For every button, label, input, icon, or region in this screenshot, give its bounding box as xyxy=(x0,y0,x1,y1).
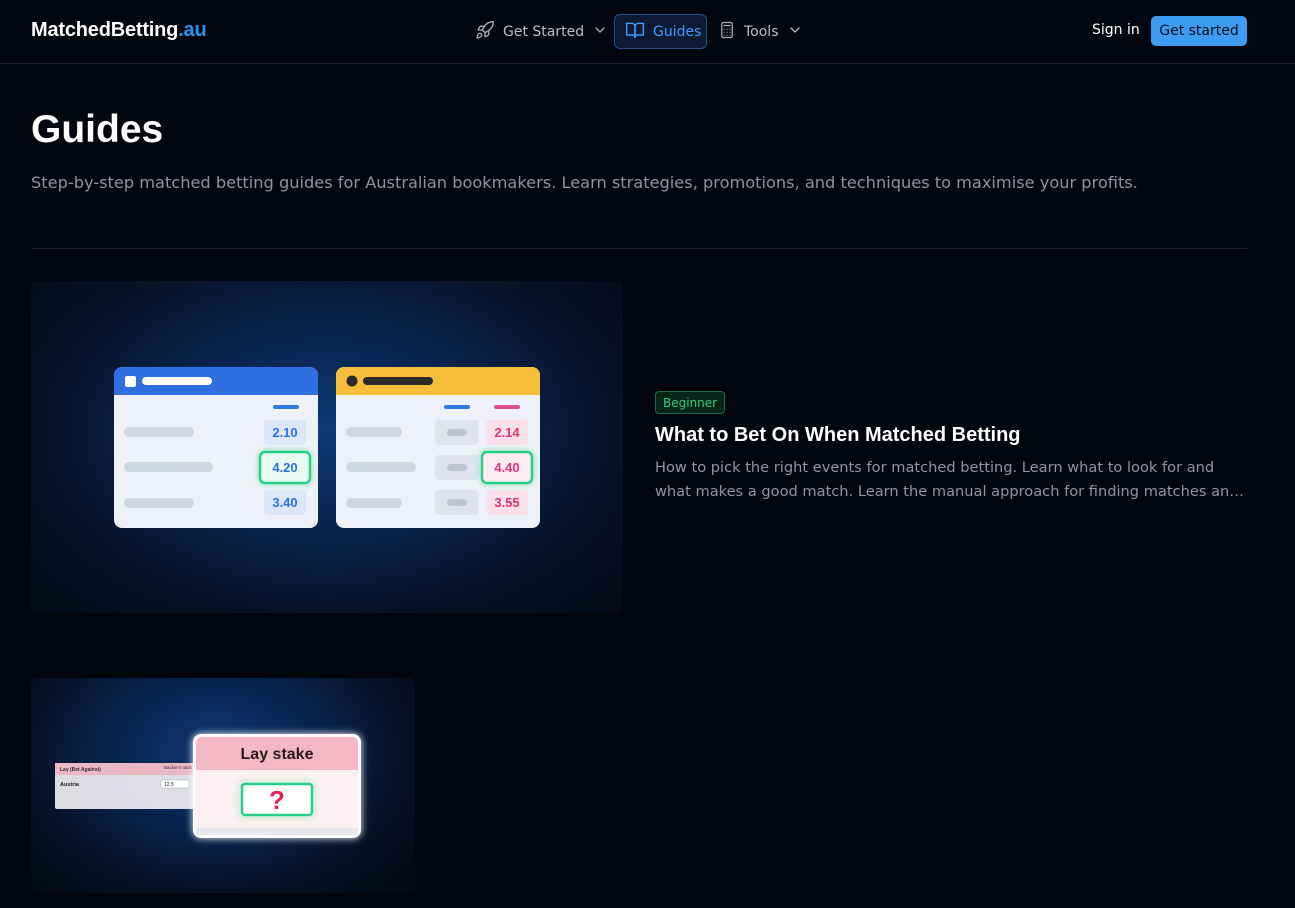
divider xyxy=(31,248,1247,249)
page-title: Guides xyxy=(31,108,164,151)
lay-odds-3: 3.55 xyxy=(494,495,519,510)
lay-stake-card: Lay stake ? xyxy=(193,734,361,838)
page-subtitle: Step-by-step matched betting guides for … xyxy=(31,173,1138,192)
question-mark-icon: ? xyxy=(269,785,285,815)
guide-thumbnail-lay-stake[interactable]: Lay (Bet Against) Backer's odds Austria … xyxy=(31,678,415,893)
lay-stake-title: Lay stake xyxy=(241,746,314,763)
nav-get-started[interactable]: Get Started xyxy=(465,14,618,49)
back-odds-1: 2.10 xyxy=(272,425,297,440)
back-odds-2: 4.20 xyxy=(272,460,297,475)
guide-thumbnail-odds-comparison[interactable]: 2.10 4.20 3.40 2.14 4.40 3.55 xyxy=(31,281,623,613)
nav-guides-label: Guides xyxy=(653,23,702,40)
nav-tools[interactable]: Tools xyxy=(708,14,813,49)
bookmaker-panel: 2.10 4.20 3.40 xyxy=(114,367,318,528)
nav-get-started-label: Get Started xyxy=(503,23,585,40)
lay-table-row-value: 12.5 xyxy=(164,782,174,788)
nav-tools-label: Tools xyxy=(744,23,779,40)
nav-guides[interactable]: Guides xyxy=(614,14,707,49)
logo-main: MatchedBetting xyxy=(31,19,179,41)
calculator-icon xyxy=(718,21,736,43)
exchange-panel: 2.14 4.40 3.55 xyxy=(336,367,540,528)
rocket-icon xyxy=(475,20,495,44)
top-navbar: MatchedBetting.au Get Started Guides Too… xyxy=(0,0,1295,64)
logo-tld: .au xyxy=(178,19,207,41)
site-logo[interactable]: MatchedBetting.au xyxy=(31,19,207,42)
guide-description: How to pick the right events for matched… xyxy=(655,459,1239,500)
book-icon xyxy=(625,20,645,44)
lay-odds-2: 4.40 xyxy=(494,460,519,475)
lay-table-row-label: Austria xyxy=(60,782,80,788)
lay-table-header: Lay (Bet Against) xyxy=(60,767,101,773)
difficulty-badge: Beginner xyxy=(655,391,726,414)
chevron-down-icon xyxy=(787,22,803,42)
lay-table-snippet: Lay (Bet Against) Backer's odds Austria … xyxy=(55,763,195,809)
back-odds-3: 3.40 xyxy=(272,495,297,510)
get-started-button[interactable]: Get started xyxy=(1151,16,1247,46)
guide-title[interactable]: What to Bet On When Matched Betting xyxy=(655,424,1021,447)
sign-in-link[interactable]: Sign in xyxy=(1092,22,1140,38)
backers-odds-header: Backer's odds xyxy=(164,765,193,770)
chevron-down-icon xyxy=(592,22,608,42)
lay-odds-1: 2.14 xyxy=(494,425,520,440)
